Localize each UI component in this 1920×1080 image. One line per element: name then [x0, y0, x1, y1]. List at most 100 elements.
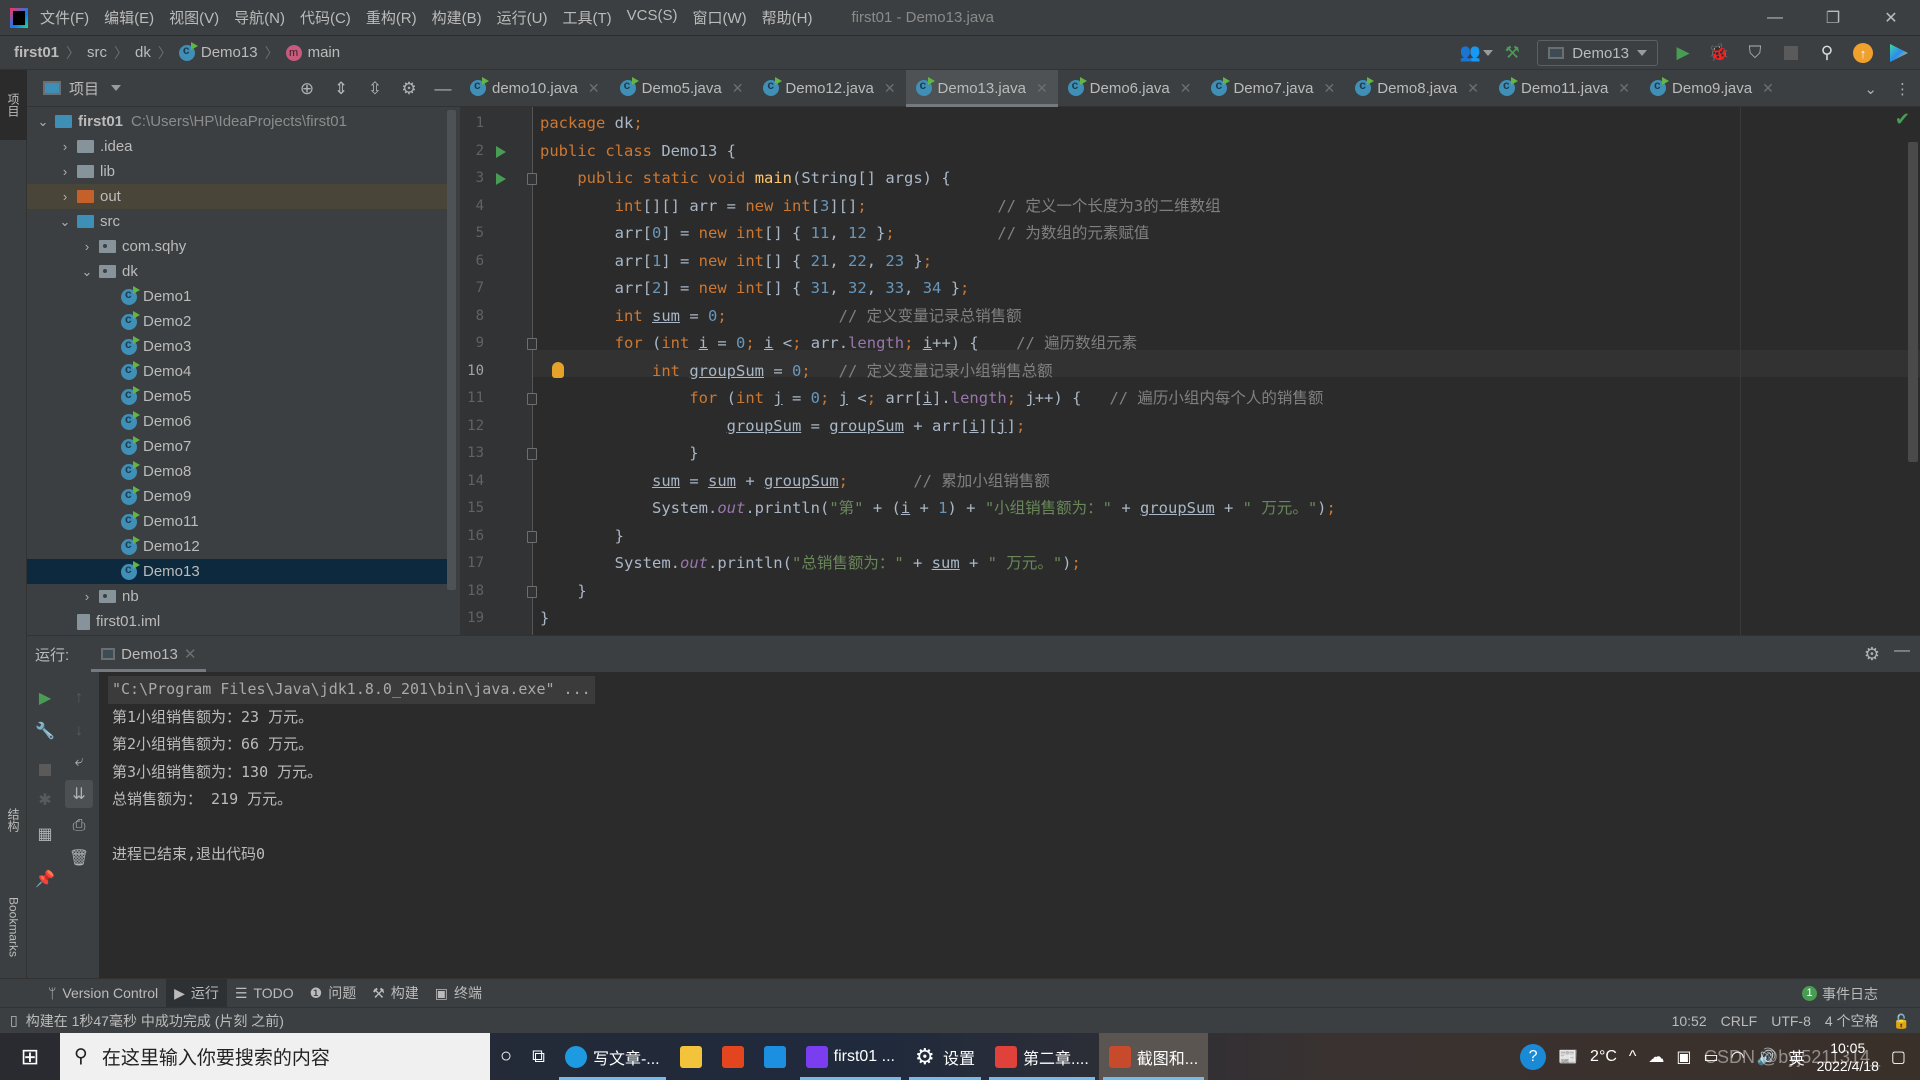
tree-item--idea[interactable]: › .idea — [27, 134, 447, 159]
update-icon[interactable]: ↑ — [1852, 42, 1874, 64]
no-problems-check-icon[interactable]: ✔ — [1895, 109, 1910, 130]
tool-window-version-control[interactable]: ᛘ Version Control — [40, 979, 166, 1008]
run-configuration-select[interactable]: Demo13 — [1537, 40, 1658, 66]
cortana-icon[interactable]: ○ — [490, 1033, 522, 1080]
fold-marker-icon[interactable] — [527, 338, 537, 350]
code-line[interactable]: } — [540, 440, 698, 467]
line-separator[interactable]: CRLF — [1721, 1013, 1758, 1029]
event-log-button[interactable]: 1 事件日志 — [1802, 979, 1878, 1008]
code-line[interactable]: System.out.println("总销售额为：" + sum + " 万元… — [540, 550, 1081, 577]
wrench-icon[interactable]: 🔧 — [33, 719, 57, 743]
trash-icon[interactable]: 🗑 — [67, 846, 91, 870]
close-tab-icon[interactable]: ✕ — [1036, 80, 1048, 97]
task-view-icon[interactable]: ⧉ — [522, 1033, 555, 1080]
breadcrumb-package[interactable]: dk — [135, 44, 151, 61]
editor-tab-demo10[interactable]: demo10.java ✕ — [460, 70, 610, 107]
indent-setting[interactable]: 4 个空格 — [1825, 1011, 1879, 1031]
code-line[interactable]: arr[2] = new int[] { 31, 32, 33, 34 }; — [540, 275, 970, 302]
chevron-down-icon[interactable] — [111, 85, 122, 91]
menu-item[interactable]: 窗口(W) — [692, 7, 746, 28]
editor-tab-demo13[interactable]: Demo13.java ✕ — [905, 69, 1058, 107]
tree-item-src[interactable]: ⌄ src — [27, 209, 447, 234]
run-tab-demo13[interactable]: Demo13 ✕ — [91, 636, 207, 672]
editor-tab-demo7[interactable]: Demo7.java ✕ — [1201, 70, 1345, 107]
help-icon[interactable]: ? — [1520, 1043, 1547, 1070]
chevron-down-icon[interactable]: ⌄ — [35, 114, 51, 130]
expand-all-icon[interactable]: ⇕ — [330, 78, 352, 100]
taskbar-app-file-explorer[interactable] — [670, 1033, 712, 1080]
menu-item[interactable]: 视图(V) — [169, 7, 219, 28]
tree-item-nb[interactable]: › nb — [27, 584, 447, 609]
close-tab-icon[interactable]: ✕ — [1762, 80, 1774, 97]
chevron-right-icon[interactable]: › — [79, 239, 95, 254]
scroll-to-end-icon[interactable]: ⇊ — [65, 780, 93, 808]
fold-marker-icon[interactable] — [527, 530, 537, 543]
tree-item-demo11[interactable]: Demo11 — [27, 509, 447, 534]
more-options-icon[interactable]: ⋮ — [1895, 80, 1910, 98]
close-tab-icon[interactable]: ✕ — [884, 80, 896, 97]
editor-tab-demo5[interactable]: Demo5.java ✕ — [610, 70, 754, 107]
rerun-icon[interactable]: ▶ — [33, 686, 57, 710]
menu-item[interactable]: VCS(S) — [627, 7, 678, 28]
menu-item[interactable]: 重构(R) — [366, 7, 417, 28]
lock-icon[interactable]: 🔓 — [1893, 1013, 1910, 1030]
windows-start-icon[interactable]: ⊞ — [0, 1033, 60, 1080]
code-editor[interactable]: 1 2 3 4 5 6 7 8 9 10 11 12 13 14 15 16 17 18 19 package dk… — [460, 107, 1920, 635]
code-line[interactable]: int sum = 0; // 定义变量记录总销售额 — [540, 303, 1022, 330]
bookmarks-tool-tab[interactable]: Bookmarks — [0, 880, 27, 975]
news-widget-icon[interactable]: 📰 — [1558, 1047, 1578, 1067]
tree-item-lib[interactable]: › lib — [27, 159, 447, 184]
editor-tab-demo12[interactable]: Demo12.java ✕ — [753, 70, 905, 107]
tree-item-demo5[interactable]: Demo5 — [27, 384, 447, 409]
tree-item-demo1[interactable]: Demo1 — [27, 284, 447, 309]
tool-window-terminal[interactable]: ▣ 终端 — [427, 979, 490, 1008]
more-tabs-chevron-icon[interactable]: ⌄ — [1864, 80, 1877, 98]
close-tab-icon[interactable]: ✕ — [1180, 80, 1192, 97]
breadcrumb-project[interactable]: first01 — [14, 44, 59, 61]
build-hammer-icon[interactable]: ⚒ — [1501, 42, 1523, 64]
taskbar-app-mail[interactable] — [754, 1033, 796, 1080]
code-line[interactable]: package dk; — [540, 110, 643, 137]
coverage-icon[interactable]: ⛉ — [1744, 42, 1766, 64]
project-tool-tab[interactable]: 项目 — [0, 70, 27, 140]
code-line[interactable]: arr[0] = new int[] { 11, 12 }; // 为数组的元素… — [540, 220, 1150, 247]
tree-item-com-sqhy[interactable]: › com.sqhy — [27, 234, 447, 259]
editor-tab-demo11[interactable]: Demo11.java ✕ — [1489, 70, 1640, 107]
code-line[interactable]: public static void main(String[] args) { — [540, 165, 950, 192]
tree-item-demo6[interactable]: Demo6 — [27, 409, 447, 434]
file-encoding[interactable]: UTF-8 — [1771, 1013, 1811, 1029]
tree-item-demo2[interactable]: Demo2 — [27, 309, 447, 334]
pin-icon[interactable]: 📌 — [33, 867, 57, 891]
code-line[interactable]: } — [540, 605, 549, 632]
status-panel-icon[interactable]: ▯ — [10, 1012, 18, 1029]
code-line[interactable]: } — [540, 578, 586, 605]
breadcrumb-src[interactable]: src — [87, 44, 107, 61]
menu-item[interactable]: 编辑(E) — [104, 7, 154, 28]
tool-window-build[interactable]: ⚒ 构建 — [364, 979, 427, 1008]
code-line[interactable]: sum = sum + groupSum; // 累加小组销售额 — [540, 468, 1050, 495]
fold-marker-icon[interactable] — [527, 393, 537, 405]
tree-item-demo3[interactable]: Demo3 — [27, 334, 447, 359]
taskbar-app-wps[interactable]: 第二章.... — [985, 1033, 1099, 1080]
chevron-right-icon[interactable]: › — [57, 164, 73, 179]
menu-item[interactable]: 代码(C) — [300, 7, 351, 28]
structure-tool-tab[interactable]: 结构 — [0, 770, 27, 870]
taskbar-app-office[interactable] — [712, 1033, 754, 1080]
close-tab-icon[interactable]: ✕ — [588, 80, 600, 97]
stop-icon[interactable] — [33, 758, 57, 782]
code-line[interactable]: for (int j = 0; j <; arr[i].length; j++)… — [540, 385, 1323, 412]
gear-icon[interactable]: ⚙ — [398, 78, 420, 100]
tree-item-demo8[interactable]: Demo8 — [27, 459, 447, 484]
tool-window-run[interactable]: ▶ 运行 — [166, 978, 227, 1008]
close-tab-icon[interactable]: ✕ — [1324, 80, 1336, 97]
gutter-run-icon[interactable] — [496, 173, 506, 185]
close-tab-icon[interactable]: ✕ — [1618, 80, 1630, 97]
weather-temperature[interactable]: 2°C — [1590, 1048, 1617, 1066]
menu-item[interactable]: 文件(F) — [40, 7, 89, 28]
hide-panel-icon[interactable]: — — [1894, 642, 1910, 660]
taskbar-app-snip[interactable]: 截图和... — [1098, 1033, 1209, 1080]
code-line[interactable]: int groupSum = 0; // 定义变量记录小组销售总额 — [540, 358, 1053, 385]
console-output[interactable]: "C:\Program Files\Java\jdk1.8.0_201\bin\… — [108, 676, 595, 869]
taskbar-app-settings[interactable]: ⚙ 设置 — [905, 1033, 985, 1080]
taskbar-search-input[interactable]: ⚲ 在这里输入你要搜索的内容 — [60, 1033, 490, 1080]
